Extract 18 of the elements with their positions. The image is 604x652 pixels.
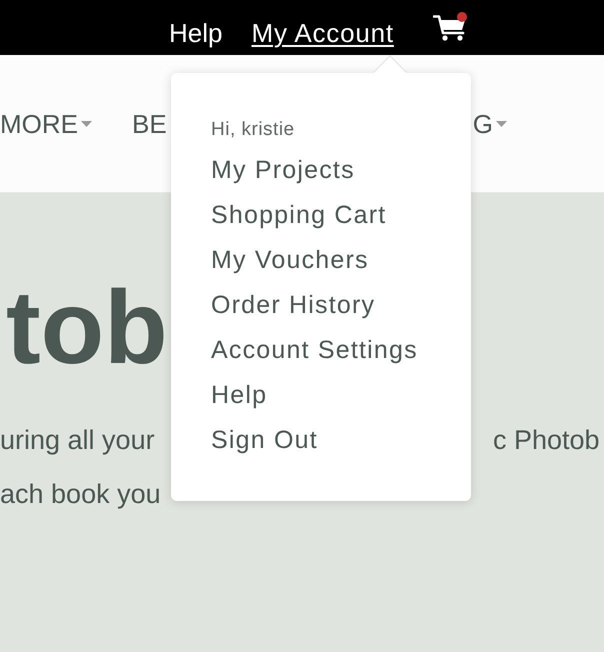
page-heading: tob <box>6 273 168 383</box>
menu-item[interactable]: Order History <box>211 283 376 328</box>
top-nav-link[interactable]: Help <box>169 18 222 48</box>
body-text: ach book you <box>0 478 161 511</box>
nav-menu-item[interactable]: G <box>472 108 507 138</box>
menu-item[interactable]: Shopping Cart <box>211 193 386 238</box>
menu-item[interactable]: Help <box>211 373 268 418</box>
nav-menu-item[interactable]: BE <box>132 108 167 138</box>
greeting-text: Hi, kristie <box>211 118 295 142</box>
menu-item[interactable]: Sign Out <box>211 418 318 463</box>
nav-menu-item[interactable]: MORE <box>0 108 92 138</box>
cart-icon[interactable] <box>432 14 466 41</box>
menu-item[interactable]: My Vouchers <box>211 238 369 283</box>
top-nav-link[interactable]: My Account <box>251 18 394 48</box>
menu-item[interactable]: Account Settings <box>211 328 418 373</box>
menu-item[interactable]: My Projects <box>211 148 355 193</box>
body-text: c Photob <box>493 424 600 457</box>
body-text: uring all your <box>0 424 155 457</box>
